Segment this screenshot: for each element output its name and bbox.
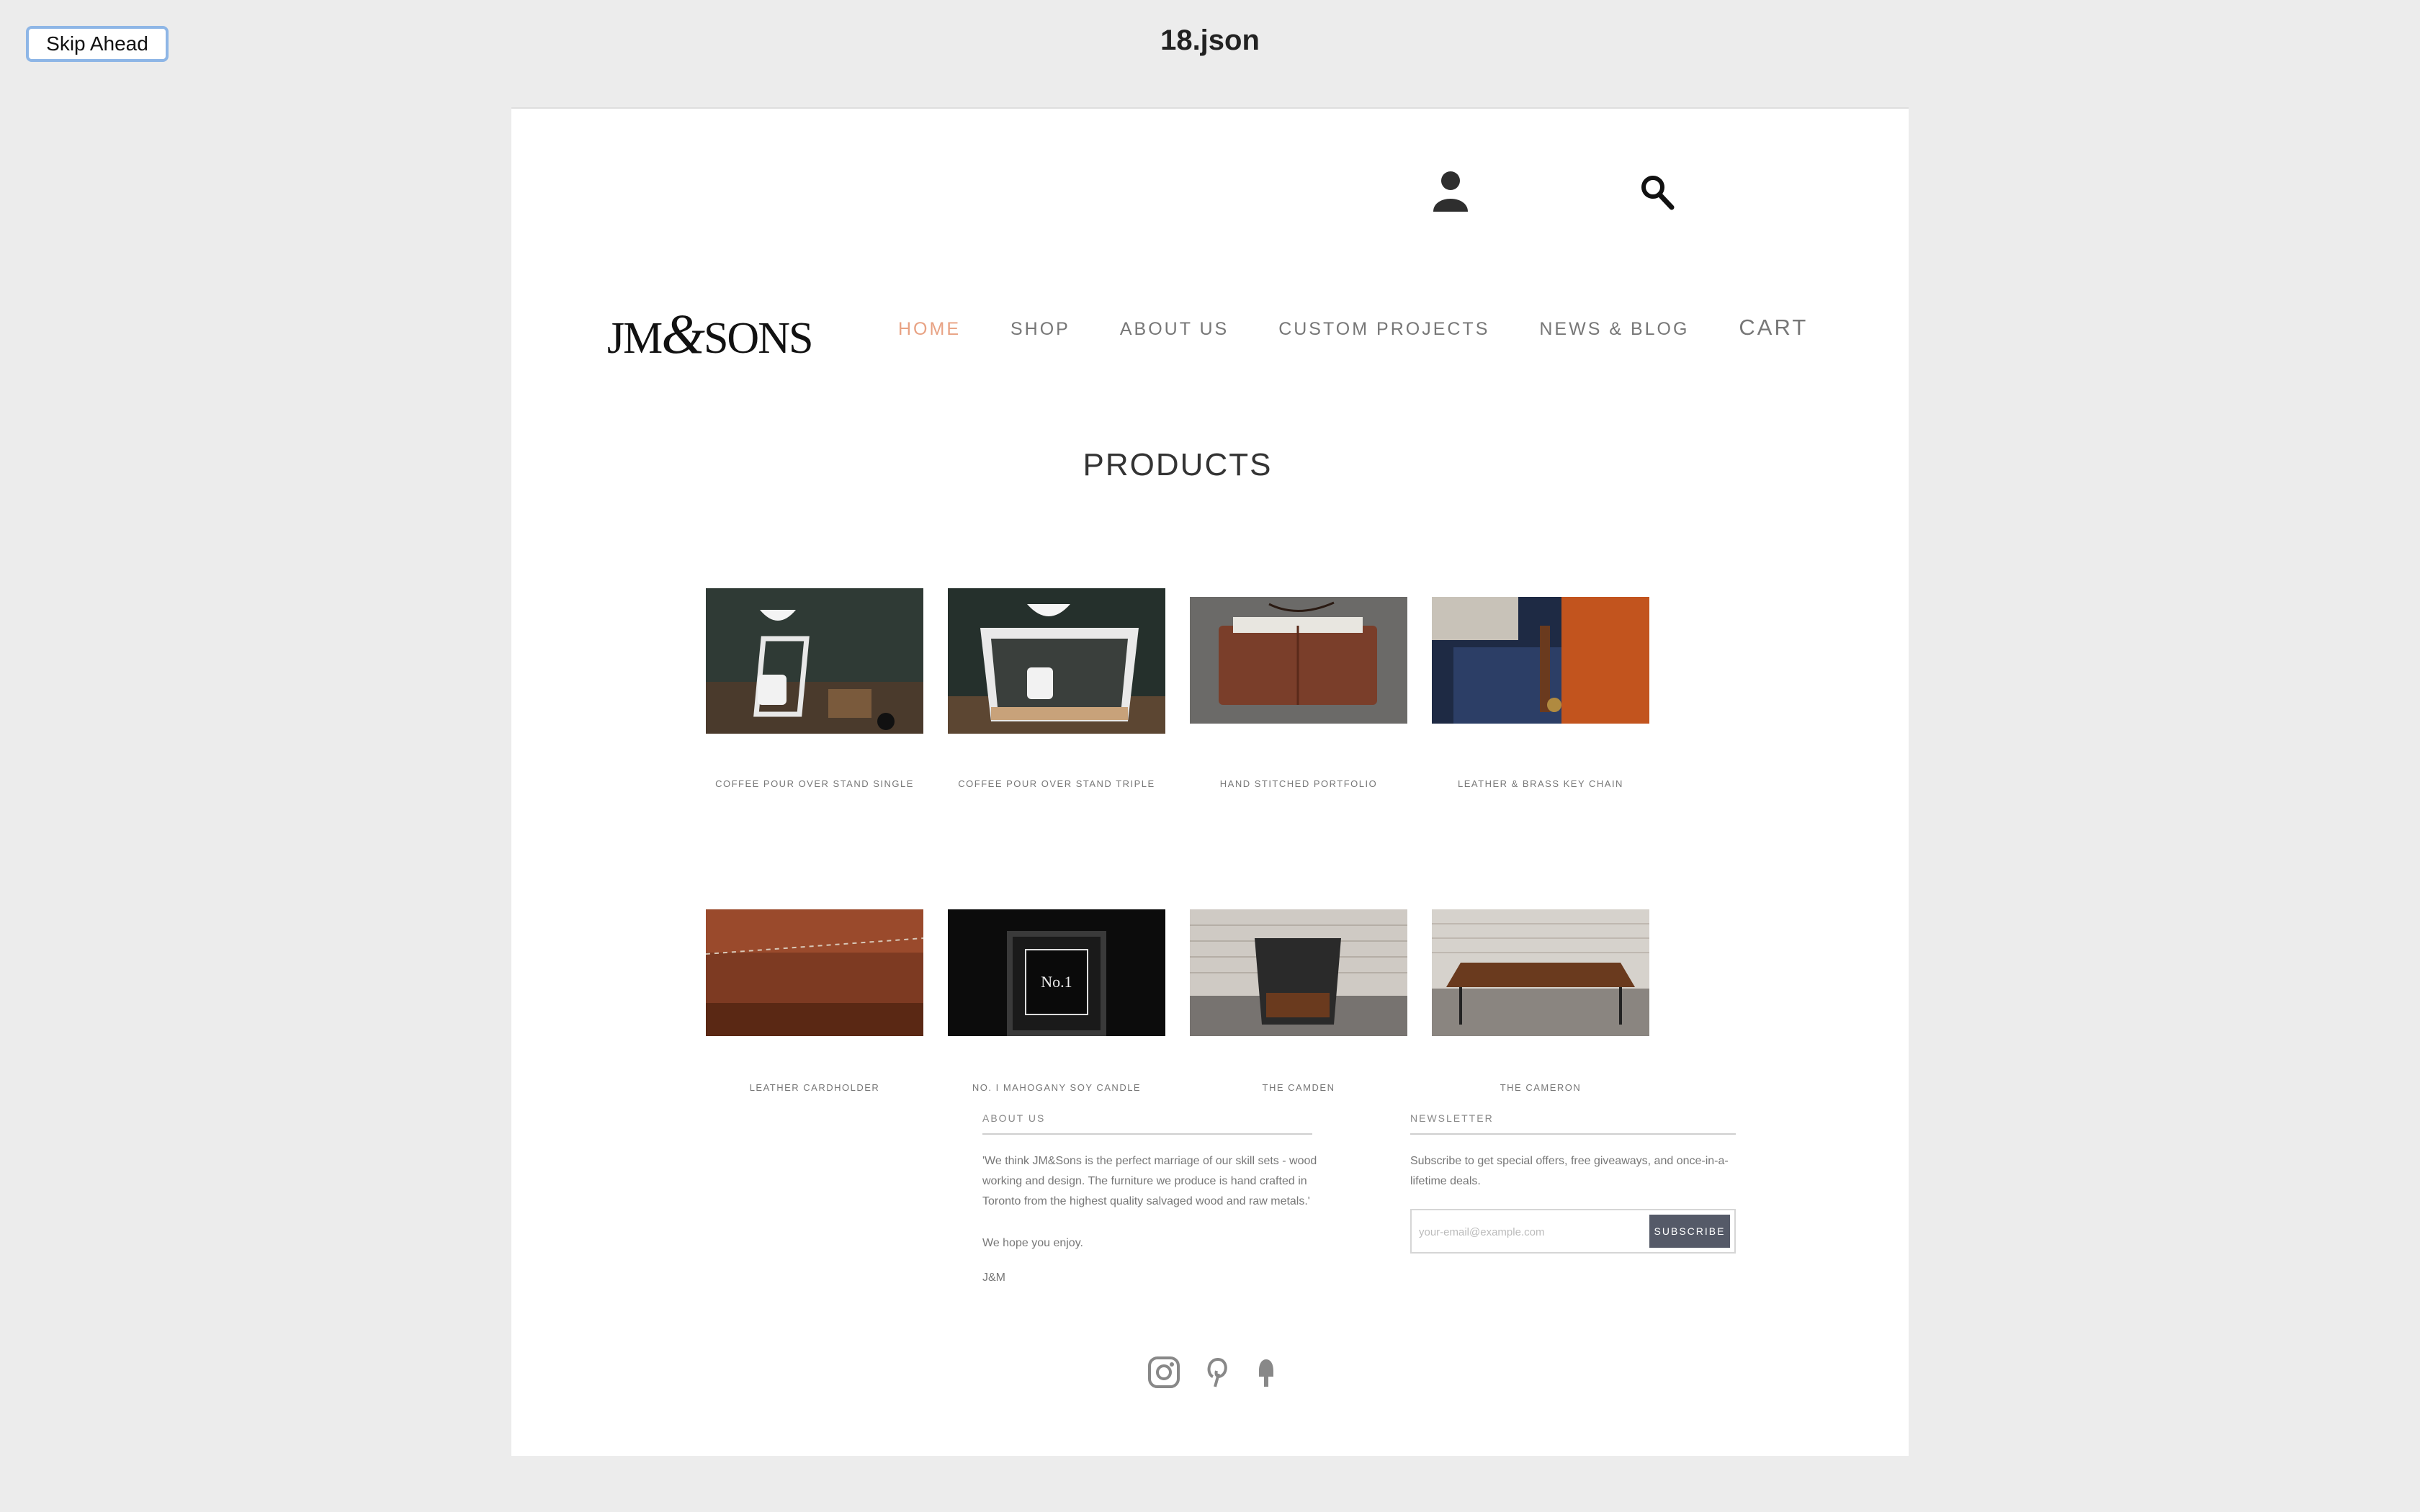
document-title: 18.json (1160, 24, 1260, 56)
main-nav: HOME SHOP ABOUT US CUSTOM PROJECTS NEWS … (898, 315, 1808, 341)
nav-news-blog[interactable]: NEWS & BLOG (1539, 319, 1689, 340)
product-card[interactable]: COFFEE POUR OVER STAND TRIPLE (948, 588, 1165, 905)
newsletter-form: SUBSCRIBE (1410, 1209, 1736, 1254)
product-image[interactable] (706, 588, 923, 734)
email-input[interactable] (1417, 1218, 1644, 1246)
footer-newsletter-text: Subscribe to get special offers, free gi… (1410, 1151, 1742, 1192)
product-card[interactable]: LEATHER & BRASS KEY CHAIN (1432, 588, 1649, 905)
product-name[interactable]: COFFEE POUR OVER STAND TRIPLE (926, 778, 1187, 789)
product-name[interactable]: THE CAMDEN (1168, 1082, 1429, 1093)
newsletter-line: Subscribe to get special offers, free gi… (1410, 1155, 1729, 1167)
product-name[interactable]: COFFEE POUR OVER STAND SINGLE (684, 778, 945, 789)
newsletter-line: lifetime deals. (1410, 1175, 1481, 1187)
product-card[interactable]: HAND STITCHED PORTFOLIO (1190, 588, 1407, 905)
brand-logo-amp: & (661, 302, 705, 365)
about-line: Toronto from the highest quality salvage… (982, 1195, 1310, 1207)
footer-hope-text: We hope you enjoy. (982, 1237, 1083, 1249)
footer-about-divider (982, 1133, 1312, 1135)
product-card[interactable]: LEATHER CARDHOLDER (706, 909, 923, 1212)
nav-home[interactable]: HOME (898, 319, 961, 340)
product-image[interactable] (1190, 597, 1407, 724)
section-title: PRODUCTS (1083, 447, 1273, 482)
product-image[interactable] (1432, 909, 1649, 1036)
brand-logo[interactable]: JM&SONS (607, 302, 814, 366)
about-line: 'We think JM&Sons is the perfect marriag… (982, 1155, 1317, 1167)
about-line: working and design. The furniture we pro… (982, 1175, 1307, 1187)
cart-link[interactable]: CART (1739, 315, 1808, 341)
subscribe-button[interactable]: SUBSCRIBE (1649, 1215, 1730, 1248)
brand-logo-part2: SONS (703, 314, 814, 363)
instagram-icon[interactable] (1147, 1355, 1181, 1390)
tumblr-icon[interactable] (1249, 1355, 1283, 1390)
product-name[interactable]: HAND STITCHED PORTFOLIO (1168, 778, 1429, 789)
footer-signature: J&M (982, 1272, 1005, 1284)
product-image[interactable]: No.1 (948, 909, 1165, 1036)
web-page: JM&SONS HOME SHOP ABOUT US CUSTOM PROJEC… (511, 107, 1909, 1456)
product-card[interactable]: COFFEE POUR OVER STAND SINGLE (706, 588, 923, 905)
product-name[interactable]: NO. I MAHOGANY SOY CANDLE (926, 1082, 1187, 1093)
pinterest-icon[interactable] (1199, 1355, 1234, 1390)
footer-newsletter-divider (1410, 1133, 1736, 1135)
candle-label: No.1 (1041, 973, 1072, 991)
product-name[interactable]: LEATHER & BRASS KEY CHAIN (1410, 778, 1671, 789)
nav-shop[interactable]: SHOP (1010, 319, 1070, 340)
footer-about-heading: ABOUT US (982, 1112, 1046, 1124)
nav-about-us[interactable]: ABOUT US (1120, 319, 1229, 340)
product-image[interactable] (1432, 597, 1649, 724)
product-image[interactable] (706, 909, 923, 1036)
user-icon[interactable] (1431, 170, 1470, 212)
footer-about-text: 'We think JM&Sons is the perfect marriag… (982, 1151, 1328, 1212)
product-name[interactable]: THE CAMERON (1410, 1082, 1671, 1093)
footer-newsletter-heading: NEWSLETTER (1410, 1112, 1494, 1124)
brand-logo-part1: JM (607, 314, 663, 363)
nav-custom-projects[interactable]: CUSTOM PROJECTS (1278, 319, 1489, 340)
search-icon[interactable] (1639, 174, 1675, 211)
product-image[interactable] (1190, 909, 1407, 1036)
product-image[interactable] (948, 588, 1165, 734)
product-name[interactable]: LEATHER CARDHOLDER (684, 1082, 945, 1093)
